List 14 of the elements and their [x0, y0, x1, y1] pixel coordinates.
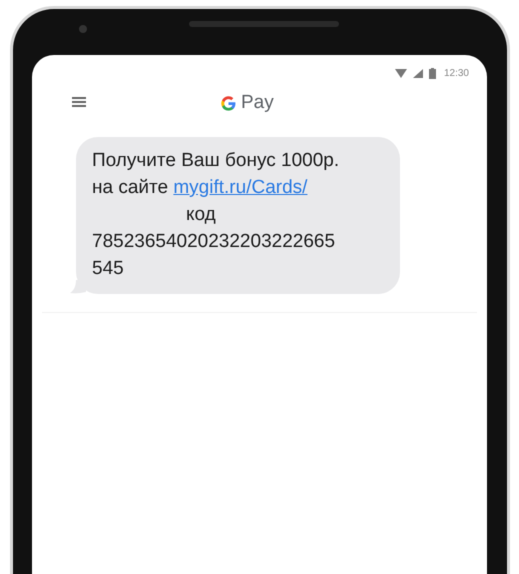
code-number: 545 — [92, 257, 125, 281]
logo-text: Pay — [241, 90, 274, 115]
menu-icon[interactable] — [72, 97, 86, 107]
wifi-icon — [394, 68, 407, 78]
code-number: 78523654020232203222665 — [92, 230, 336, 254]
camera-icon — [78, 25, 86, 33]
google-g-logo-icon — [220, 94, 237, 112]
status-time: 12:30 — [444, 66, 469, 80]
message-text: Получите Ваш бонус 1000р. — [92, 149, 340, 173]
signal-icon — [412, 68, 423, 78]
battery-icon — [428, 68, 436, 78]
message-text: на сайте mygift.ru/Cards/ — [92, 176, 308, 200]
gift-link[interactable]: mygift.ru/Cards/ — [173, 177, 308, 198]
code-label: код — [185, 203, 217, 227]
